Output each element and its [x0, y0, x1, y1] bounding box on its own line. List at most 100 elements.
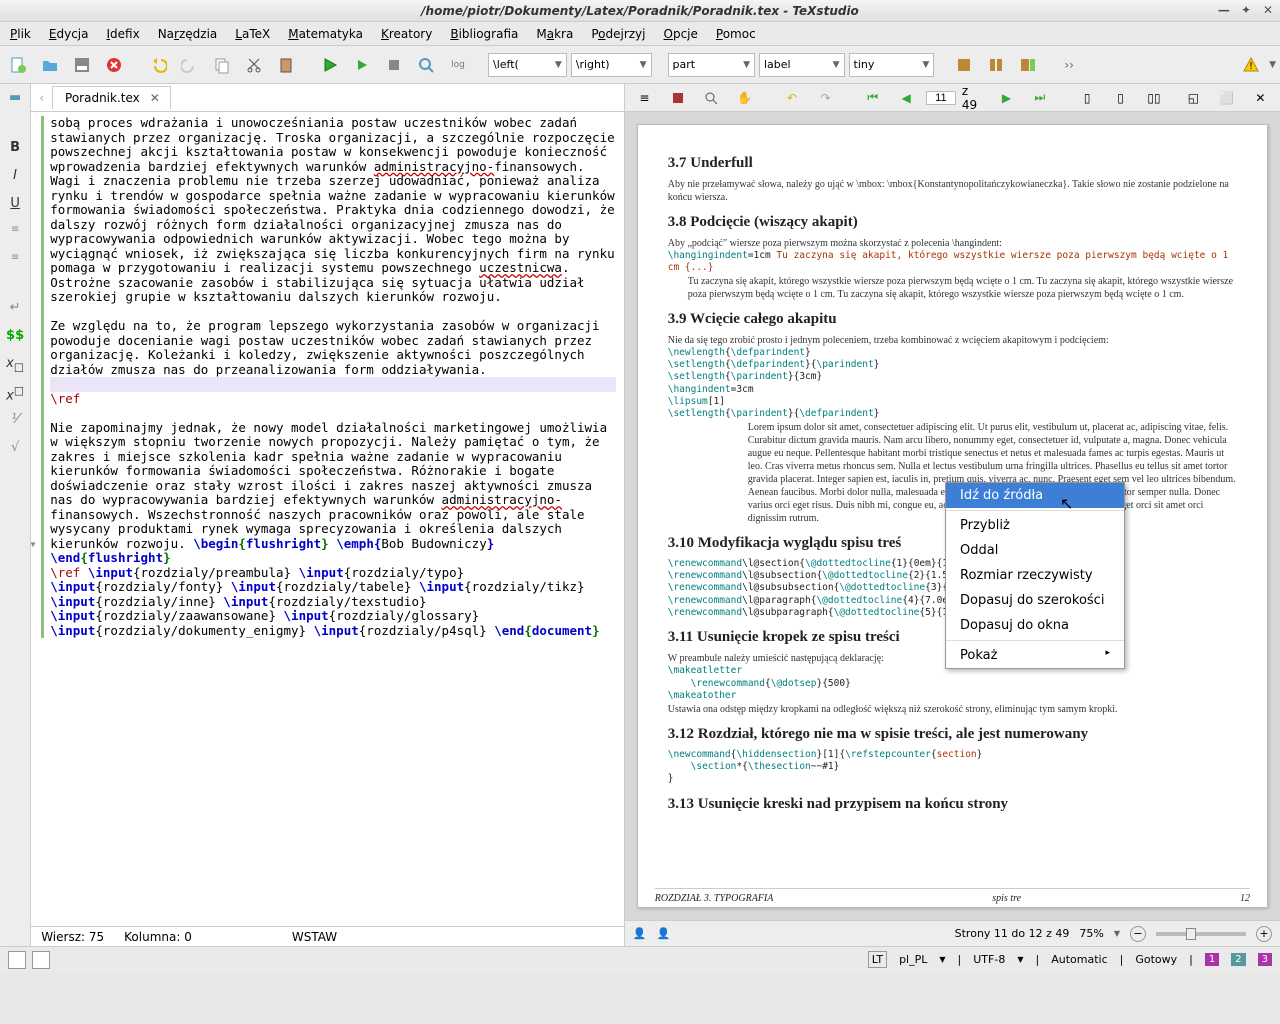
col1-icon[interactable] [950, 51, 978, 79]
tab-close-icon[interactable]: ✕ [150, 91, 160, 105]
close-file-icon[interactable] [100, 51, 128, 79]
encoding[interactable]: UTF-8 [973, 953, 1005, 966]
menu-idefix[interactable]: Idefix [106, 27, 139, 41]
pv-back-icon[interactable]: ↶ [778, 84, 805, 112]
dollar-icon[interactable]: $$ [4, 328, 26, 346]
menu-edycja[interactable]: Edycja [49, 27, 89, 41]
paste-icon[interactable] [272, 51, 300, 79]
menu-makra[interactable]: Makra [536, 27, 573, 41]
undo-icon[interactable] [144, 51, 172, 79]
combo-tiny[interactable]: tiny▼ [849, 53, 935, 77]
minimize-icon[interactable]: — [1216, 2, 1232, 18]
marker2-icon[interactable]: 2 [1231, 953, 1245, 966]
pv-book-icon[interactable] [664, 84, 691, 112]
bottom-bar: LT pl_PL▼ | UTF-8▼ | Automatic | Gotowy … [0, 946, 1280, 972]
menu-podejrzyj[interactable]: Podejrzyj [591, 27, 645, 41]
pv-prev-icon[interactable]: ◀ [892, 84, 919, 112]
pv-user-icon[interactable]: 👤 [633, 927, 647, 940]
pv-user2-icon[interactable]: 👤 [656, 927, 670, 940]
pv-zoom-icon[interactable] [698, 84, 725, 112]
pv-enlarge-icon[interactable]: ⬜ [1213, 84, 1240, 112]
combo-part[interactable]: part▼ [668, 53, 755, 77]
redo-icon[interactable] [176, 51, 204, 79]
tab-left-icon[interactable]: ‹ [39, 91, 44, 105]
ctx-fit-width[interactable]: Dopasuj do szerokości [946, 588, 1124, 613]
pv-single-icon[interactable]: ▯ [1073, 84, 1100, 112]
pv-double-icon[interactable]: ▯▯ [1140, 84, 1167, 112]
frac-icon[interactable]: ⅟ [4, 412, 26, 430]
newline-icon[interactable]: ↵ [4, 300, 26, 318]
pv-close-icon[interactable]: ✕ [1247, 84, 1274, 112]
italic-icon[interactable]: I [4, 168, 26, 186]
compile-icon[interactable] [348, 51, 376, 79]
zoom-in-icon[interactable]: + [1256, 926, 1272, 942]
lt-icon[interactable]: LT [868, 951, 887, 968]
warning-icon[interactable]: ! [1237, 51, 1265, 79]
status-col: Kolumna: 0 [124, 930, 192, 944]
ctx-zoom-in[interactable]: Przybliż [946, 513, 1124, 538]
close-icon[interactable]: ✕ [1260, 2, 1276, 18]
pv-window-icon[interactable]: ◱ [1180, 84, 1207, 112]
overflow-icon[interactable]: ›› [1058, 58, 1080, 72]
panel2-icon[interactable] [32, 951, 50, 969]
tab-label: Poradnik.tex [65, 91, 140, 105]
editor-tabs: ‹ Poradnik.tex ✕ [31, 84, 624, 112]
menu-latex[interactable]: LaTeX [235, 27, 270, 41]
center-align-icon[interactable]: ≡ [4, 252, 26, 270]
menu-bibliografia[interactable]: Bibliografia [450, 27, 518, 41]
status-row: Wiersz: 75 [41, 930, 104, 944]
menu-narzedzia[interactable]: Narzędzia [158, 27, 218, 41]
left-align-icon[interactable]: ≡ [4, 224, 26, 242]
marker1-icon[interactable]: 1 [1205, 953, 1219, 966]
menu-matematyka[interactable]: Matematyka [288, 27, 363, 41]
pv-next-icon[interactable]: ▶ [993, 84, 1020, 112]
combo-right[interactable]: \right)▼ [571, 53, 652, 77]
pv-page-input[interactable] [926, 91, 956, 105]
zoom-slider[interactable] [1156, 932, 1246, 936]
view-pdf-icon[interactable] [412, 51, 440, 79]
main-toolbar: log \left(▼ \right)▼ part▼ label▼ tiny▼ … [0, 46, 1280, 84]
stop-icon[interactable] [380, 51, 408, 79]
pv-menu-icon[interactable]: ≡ [631, 84, 658, 112]
combo-label[interactable]: label▼ [759, 53, 845, 77]
combo-left[interactable]: \left(▼ [488, 53, 567, 77]
build-icon[interactable] [316, 51, 344, 79]
sec-3-8: 3.8 Podcięcie (wiszący akapit) [668, 214, 1237, 231]
tab-poradnik[interactable]: Poradnik.tex ✕ [52, 86, 171, 109]
ctx-show[interactable]: Pokaż [946, 643, 1124, 668]
pv-first-icon[interactable]: ⏮ [859, 84, 886, 112]
maximize-icon[interactable]: ✦ [1238, 2, 1254, 18]
menu-plik[interactable]: Plik [10, 27, 31, 41]
auto[interactable]: Automatic [1051, 953, 1107, 966]
pv-cont-icon[interactable]: ▯ [1107, 84, 1134, 112]
underline-icon[interactable]: U [4, 196, 26, 214]
col2-icon[interactable] [982, 51, 1010, 79]
cut-icon[interactable] [240, 51, 268, 79]
menu-pomoc[interactable]: Pomoc [716, 27, 756, 41]
editor[interactable]: sobą proces wdrażania i unowocześniania … [31, 112, 624, 926]
view-log-icon[interactable]: log [444, 51, 472, 79]
ctx-actual-size[interactable]: Rozmiar rzeczywisty [946, 563, 1124, 588]
bold-icon[interactable]: B [4, 140, 26, 158]
ctx-fit-window[interactable]: Dopasuj do okna [946, 613, 1124, 638]
sup-icon[interactable]: x□ [4, 384, 26, 402]
sub-icon[interactable]: x□ [4, 356, 26, 374]
save-icon[interactable] [68, 51, 96, 79]
new-file-icon[interactable] [4, 51, 32, 79]
ctx-zoom-out[interactable]: Oddal [946, 538, 1124, 563]
open-file-icon[interactable] [36, 51, 64, 79]
menu-opcje[interactable]: Opcje [664, 27, 698, 41]
marker3-icon[interactable]: 3 [1258, 953, 1272, 966]
ctx-goto-source[interactable]: Idź do źródła [946, 483, 1124, 508]
part-icon[interactable]: ▬ [4, 90, 26, 108]
pv-hand-icon[interactable]: ✋ [731, 84, 758, 112]
sqrt-icon[interactable]: √ [4, 440, 26, 458]
pv-last-icon[interactable]: ⏭ [1026, 84, 1053, 112]
col3-icon[interactable] [1014, 51, 1042, 79]
zoom-out-icon[interactable]: − [1130, 926, 1146, 942]
copy-icon[interactable] [208, 51, 236, 79]
pv-fwd-icon[interactable]: ↷ [812, 84, 839, 112]
panel1-icon[interactable] [8, 951, 26, 969]
menu-kreatory[interactable]: Kreatory [381, 27, 432, 41]
lang[interactable]: pl_PL [899, 953, 927, 966]
